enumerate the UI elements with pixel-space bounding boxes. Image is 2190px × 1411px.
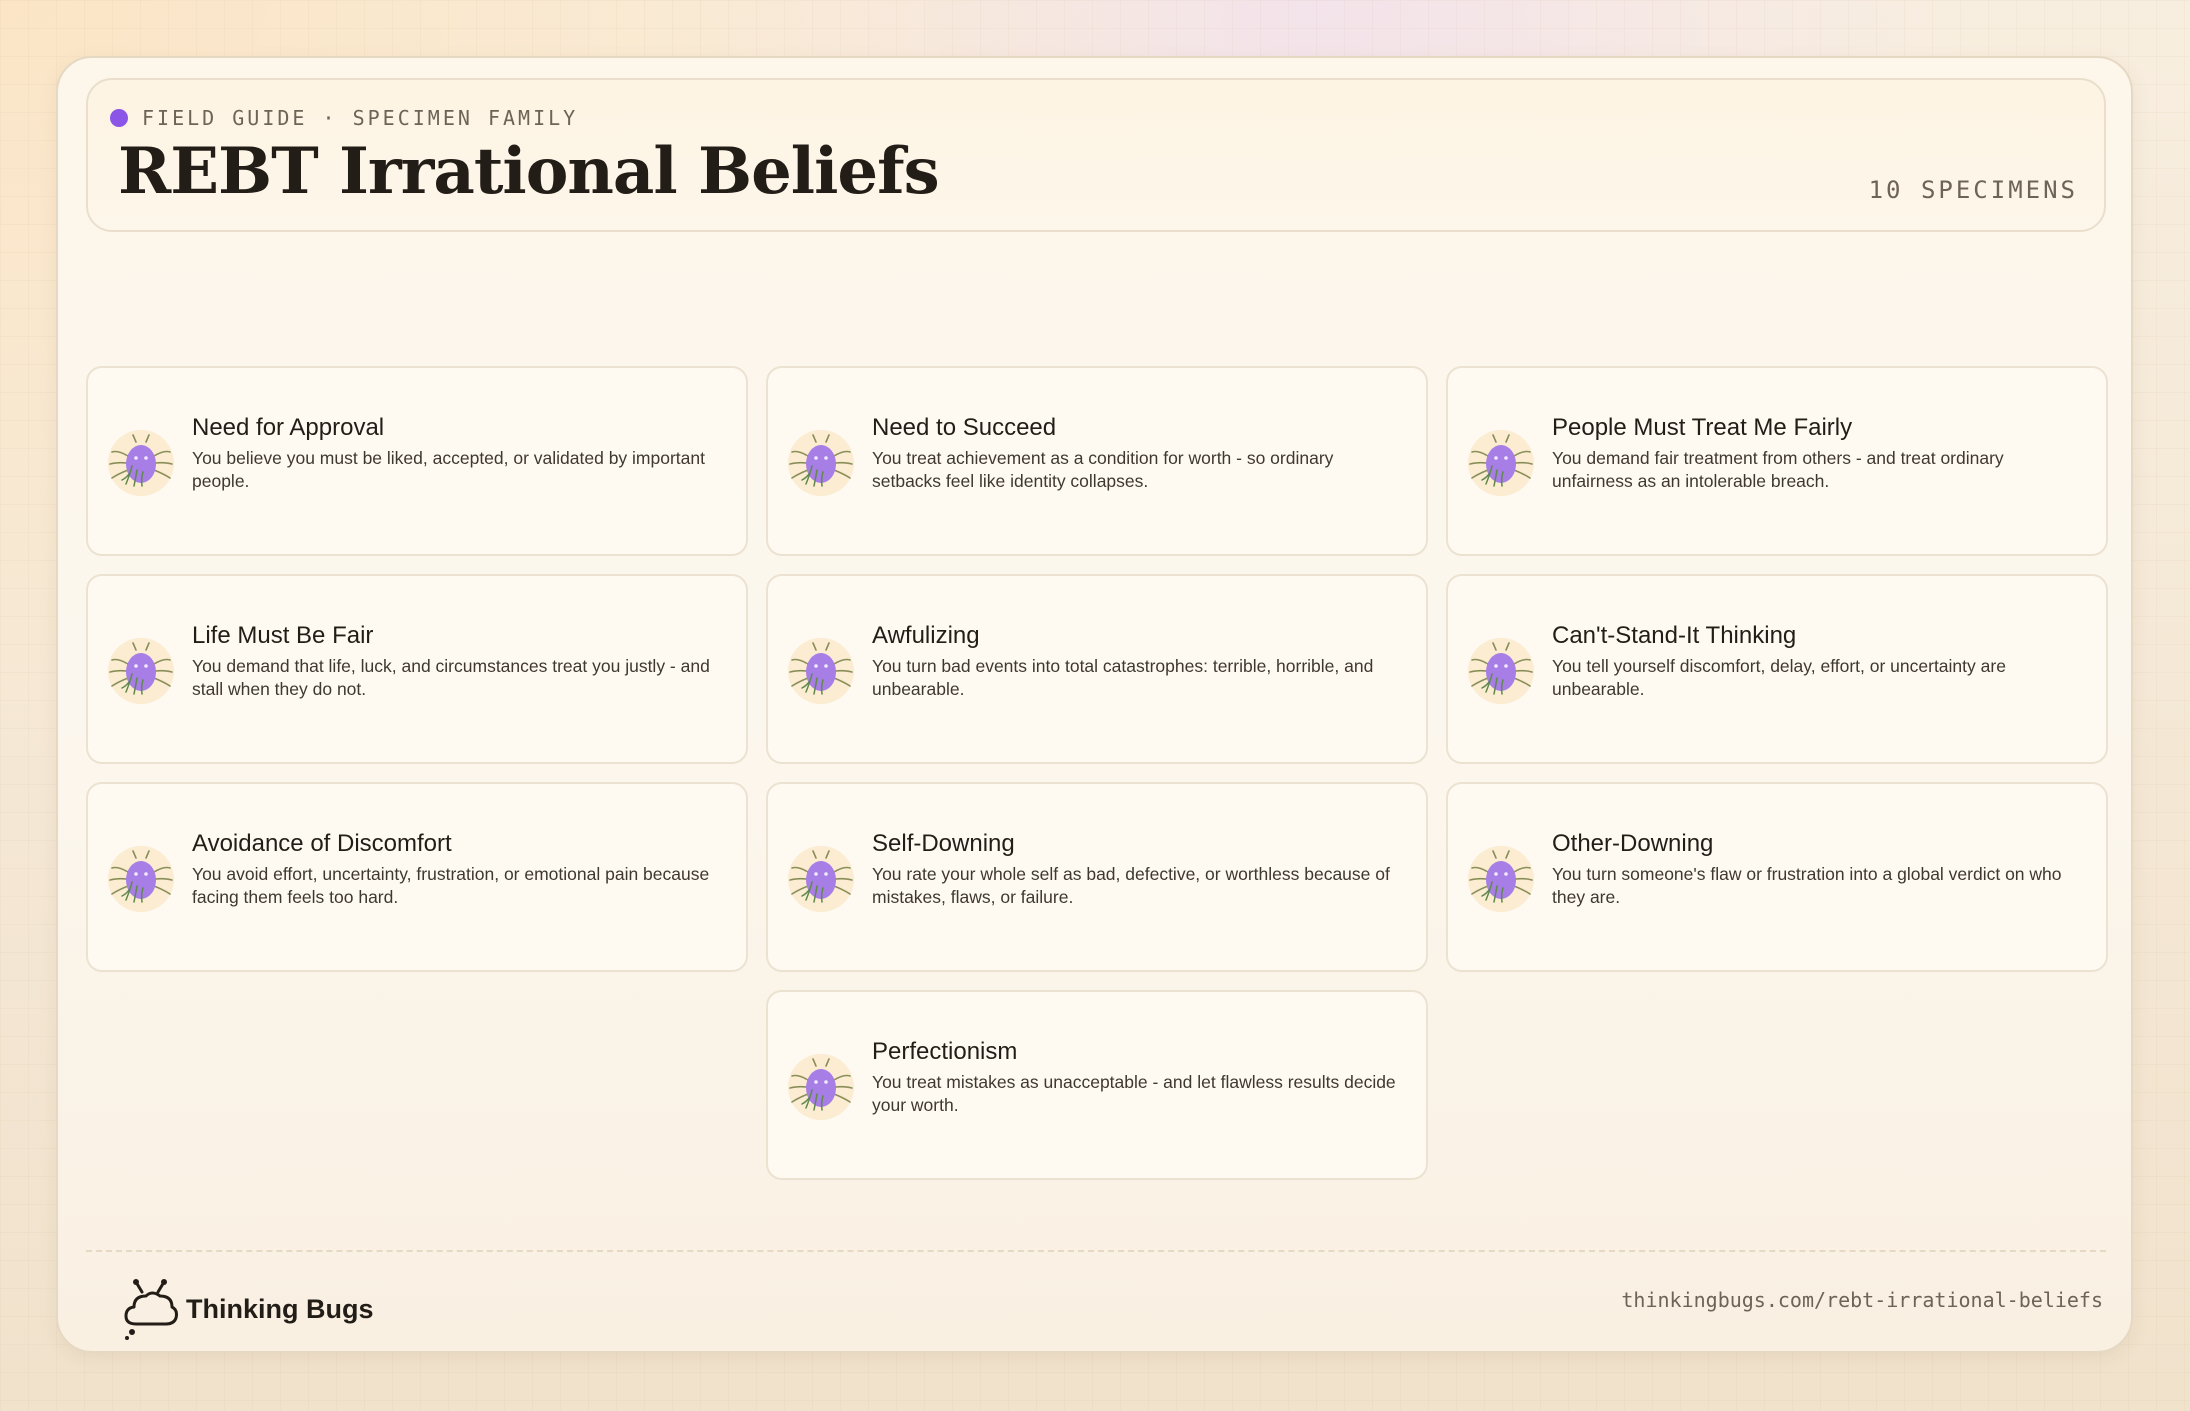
bug-icon — [106, 428, 176, 498]
card-title: Self-Downing — [872, 830, 1015, 857]
card-title: Life Must Be Fair — [192, 622, 374, 649]
page-title: REBT Irrational Beliefs — [118, 134, 940, 209]
bug-icon — [786, 1052, 856, 1122]
card-description: You tell yourself discomfort, delay, eff… — [1552, 656, 2006, 699]
brand-name: Thinking Bugs — [186, 1293, 374, 1324]
eyebrow-text: FIELD GUIDE · SPECIMEN FAMILY — [142, 106, 579, 130]
cloud-bug-logo-icon — [124, 1279, 178, 1340]
bug-icon — [106, 636, 176, 706]
bug-icon — [106, 844, 176, 914]
card-description: You treat achievement as a condition for… — [872, 448, 1334, 491]
card-title: Need to Succeed — [872, 414, 1057, 441]
specimen-card[interactable]: Need to Succeed You treat achievement as… — [766, 366, 1428, 556]
card-description: You demand that life, luck, and circumst… — [192, 656, 710, 699]
bug-icon — [1466, 636, 1536, 706]
specimen-card[interactable]: Can't-Stand-It Thinking You tell yoursel… — [1446, 574, 2108, 764]
specimen-card[interactable]: Awfulizing You turn bad events into tota… — [766, 574, 1428, 764]
card-title: Need for Approval — [192, 414, 385, 441]
bug-icon — [786, 428, 856, 498]
card-description: You rate your whole self as bad, defecti… — [872, 864, 1390, 907]
card-description: You avoid effort, uncertainty, frustrati… — [192, 864, 710, 907]
bug-icon — [1466, 844, 1536, 914]
specimen-card[interactable]: Self-Downing You rate your whole self as… — [766, 782, 1428, 972]
card-title: Avoidance of Discomfort — [192, 830, 452, 857]
footer-divider — [86, 1250, 2106, 1252]
bug-icon — [786, 636, 856, 706]
specimen-card[interactable]: Perfectionism You treat mistakes as unac… — [766, 990, 1428, 1180]
card-title: Can't-Stand-It Thinking — [1552, 622, 1797, 649]
card-title: Perfectionism — [872, 1038, 1018, 1065]
card-description: You turn someone's flaw or frustration i… — [1552, 864, 2062, 907]
specimen-card[interactable]: Other-Downing You turn someone's flaw or… — [1446, 782, 2108, 972]
site-url-link[interactable]: thinkingbugs.com/rebt-irrational-beliefs — [1621, 1288, 2103, 1312]
specimen-card[interactable]: Need for Approval You believe you must b… — [86, 366, 748, 556]
card-description: You demand fair treatment from others - … — [1552, 448, 2004, 491]
card-description: You treat mistakes as unacceptable - and… — [872, 1072, 1396, 1115]
specimen-card[interactable]: Life Must Be Fair You demand that life, … — [86, 574, 748, 764]
specimen-card[interactable]: People Must Treat Me Fairly You demand f… — [1446, 366, 2108, 556]
accent-dot-icon — [110, 109, 128, 127]
card-description: You believe you must be liked, accepted,… — [192, 448, 705, 491]
eyebrow: FIELD GUIDE · SPECIMEN FAMILY — [110, 106, 578, 130]
header-card: FIELD GUIDE · SPECIMEN FAMILY REBT Irrat… — [86, 78, 2106, 232]
card-title: Awfulizing — [872, 622, 980, 649]
brand-link[interactable]: Thinking Bugs — [122, 1276, 373, 1342]
card-title: People Must Treat Me Fairly — [1552, 414, 1853, 441]
card-title: Other-Downing — [1552, 830, 1714, 857]
specimen-count: 10 SPECIMENS — [1868, 176, 2078, 204]
card-description: You turn bad events into total catastrop… — [872, 656, 1374, 699]
bug-icon — [1466, 428, 1536, 498]
guide-panel: FIELD GUIDE · SPECIMEN FAMILY REBT Irrat… — [56, 56, 2133, 1353]
bug-icon — [786, 844, 856, 914]
specimen-card[interactable]: Avoidance of Discomfort You avoid effort… — [86, 782, 748, 972]
